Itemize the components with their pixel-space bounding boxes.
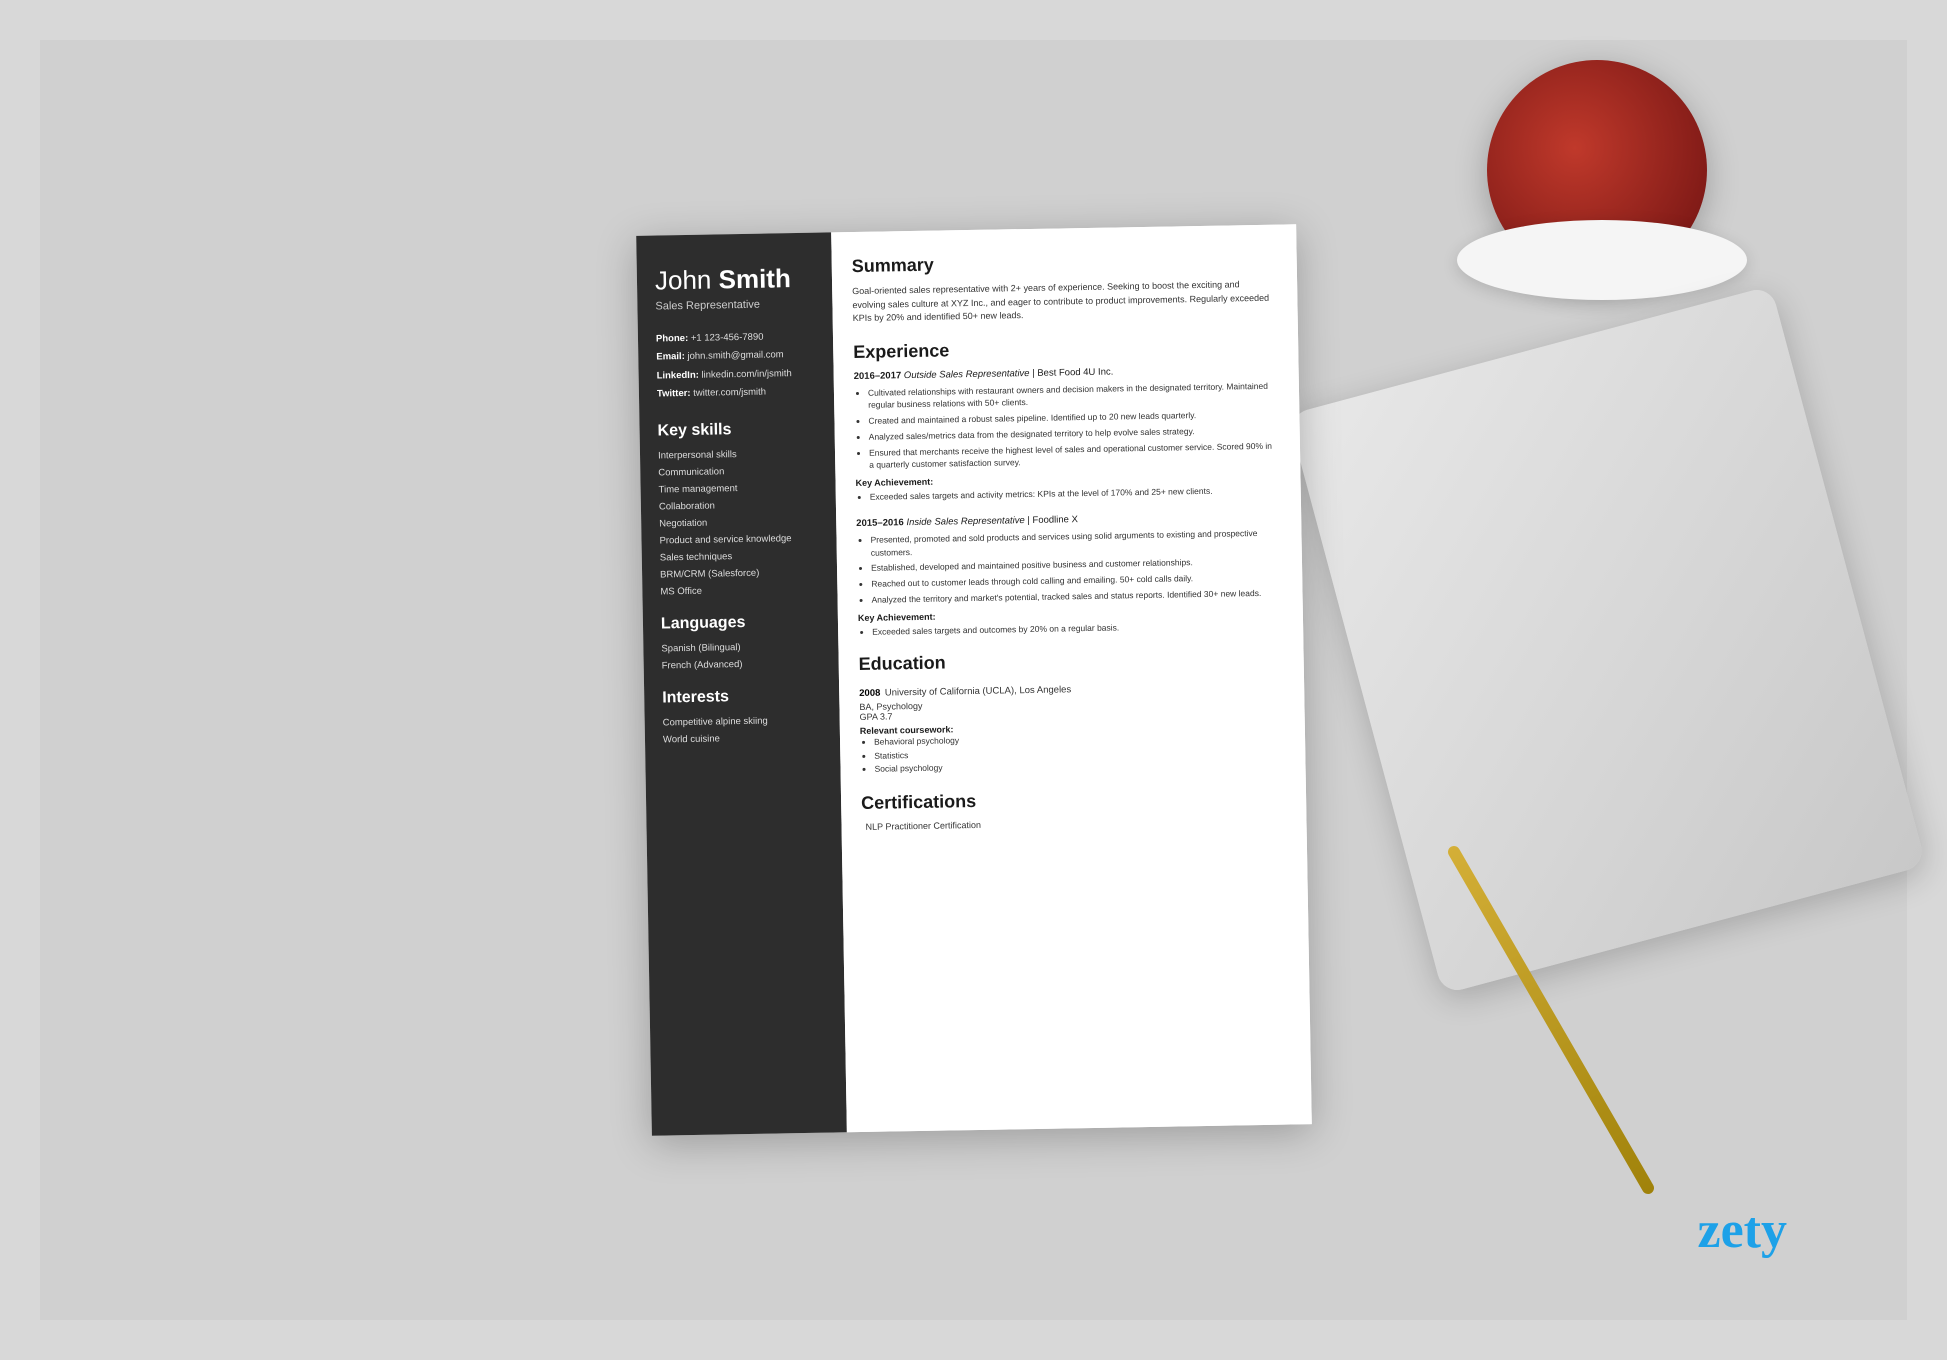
exp-company-1: Best Food 4U Inc. bbox=[1037, 366, 1113, 378]
education-entry-1: 2008 University of California (UCLA), Lo… bbox=[859, 676, 1282, 777]
certifications-heading: Certifications bbox=[860, 786, 1281, 814]
skill-product-knowledge: Product and service knowledge bbox=[659, 533, 818, 547]
phone-label: Phone: bbox=[655, 333, 687, 345]
email-label: Email: bbox=[656, 351, 685, 362]
decorative-saucer bbox=[1457, 220, 1747, 300]
summary-heading: Summary bbox=[851, 249, 1272, 277]
resume-main-content: Summary Goal-oriented sales representati… bbox=[831, 224, 1312, 1132]
phone-contact: Phone: +1 123-456-7890 bbox=[655, 330, 814, 346]
skill-communication: Communication bbox=[658, 465, 817, 479]
skill-time-management: Time management bbox=[658, 482, 817, 496]
skill-negotiation: Negotiation bbox=[659, 516, 818, 530]
languages-heading: Languages bbox=[660, 613, 819, 634]
cert-item-1: NLP Practitioner Certification bbox=[861, 815, 1282, 832]
experience-heading: Experience bbox=[853, 334, 1274, 362]
exp-bullet-1-1: Cultivated relationships with restaurant… bbox=[867, 379, 1274, 412]
exp-years-2: 2015–2016 bbox=[856, 517, 904, 529]
language-spanish: Spanish (Bilingual) bbox=[661, 641, 820, 655]
linkedin-value: linkedin.com/in/jsmith bbox=[701, 368, 791, 381]
interest-skiing: Competitive alpine skiing bbox=[662, 715, 821, 729]
exp-bullet-1-4: Ensured that merchants receive the highe… bbox=[868, 439, 1275, 472]
exp-header-1: 2016–2017 Outside Sales Representative |… bbox=[853, 363, 1274, 381]
skills-heading: Key skills bbox=[657, 420, 816, 441]
linkedin-label: LinkedIn: bbox=[656, 370, 698, 382]
skill-interpersonal: Interpersonal skills bbox=[657, 448, 816, 462]
exp-header-2: 2015–2016 Inside Sales Representative | … bbox=[856, 510, 1277, 528]
exp-bullets-1: Cultivated relationships with restaurant… bbox=[853, 379, 1275, 472]
interest-cuisine: World cuisine bbox=[662, 732, 821, 746]
skill-crm: BRM/CRM (Salesforce) bbox=[660, 567, 819, 581]
skill-sales-techniques: Sales techniques bbox=[659, 550, 818, 564]
phone-value: +1 123-456-7890 bbox=[690, 332, 763, 344]
exp-bullets-2: Presented, promoted and sold products an… bbox=[856, 526, 1278, 606]
contact-section: Phone: +1 123-456-7890 Email: john.smith… bbox=[655, 330, 815, 401]
twitter-contact: Twitter: twitter.com/jsmith bbox=[656, 385, 815, 401]
exp-role-1: Outside Sales Representative bbox=[903, 367, 1029, 380]
edu-year: 2008 bbox=[859, 688, 880, 699]
experience-entry-2: 2015–2016 Inside Sales Representative | … bbox=[856, 510, 1279, 638]
decorative-keyboard bbox=[1288, 286, 1926, 995]
exp-bullet-2-1: Presented, promoted and sold products an… bbox=[870, 526, 1277, 559]
first-name: John bbox=[654, 264, 718, 295]
exp-pipe-1: | bbox=[1032, 367, 1037, 378]
exp-years-1: 2016–2017 bbox=[853, 370, 901, 382]
linkedin-contact: LinkedIn: linkedin.com/in/jsmith bbox=[656, 366, 815, 382]
email-value: john.smith@gmail.com bbox=[687, 350, 783, 363]
experience-entry-1: 2016–2017 Outside Sales Representative |… bbox=[853, 363, 1276, 504]
edu-coursework-list: Behavioral psychology Statistics Social … bbox=[859, 729, 1281, 777]
edu-school: University of California (UCLA), Los Ang… bbox=[884, 685, 1071, 699]
resume-document: John Smith Sales Representative Phone: +… bbox=[636, 224, 1312, 1135]
page-wrapper: zety John Smith Sales Representative Pho… bbox=[40, 40, 1907, 1320]
zety-logo: zety bbox=[1698, 1201, 1787, 1260]
twitter-label: Twitter: bbox=[656, 388, 690, 400]
email-contact: Email: john.smith@gmail.com bbox=[656, 348, 815, 364]
candidate-name: John Smith bbox=[654, 263, 814, 297]
exp-company-2: Foodline X bbox=[1032, 514, 1078, 526]
education-heading: Education bbox=[858, 647, 1279, 675]
summary-text: Goal-oriented sales representative with … bbox=[852, 278, 1274, 326]
interests-heading: Interests bbox=[662, 687, 821, 708]
twitter-value: twitter.com/jsmith bbox=[693, 387, 766, 399]
candidate-title: Sales Representative bbox=[655, 298, 814, 313]
language-french: French (Advanced) bbox=[661, 658, 820, 672]
resume-sidebar: John Smith Sales Representative Phone: +… bbox=[636, 232, 847, 1135]
last-name: Smith bbox=[718, 263, 791, 294]
skill-ms-office: MS Office bbox=[660, 584, 819, 598]
exp-role-2: Inside Sales Representative bbox=[906, 515, 1024, 528]
skill-collaboration: Collaboration bbox=[658, 499, 817, 513]
